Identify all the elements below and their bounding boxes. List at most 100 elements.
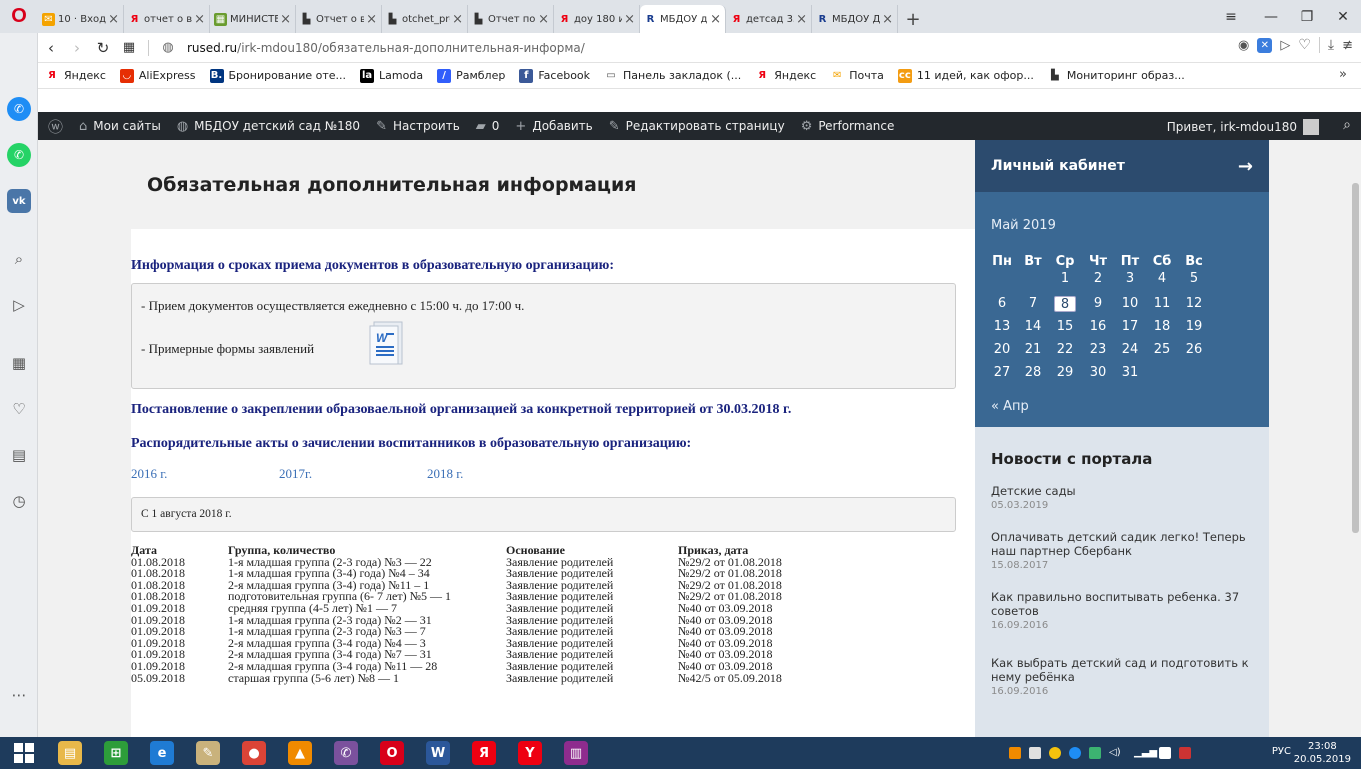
- whatsapp-icon[interactable]: ✆: [7, 143, 31, 167]
- reload-icon[interactable]: ↻: [90, 35, 116, 61]
- tab-close-icon[interactable]: ×: [538, 12, 549, 27]
- tab-close-icon[interactable]: ×: [194, 12, 205, 27]
- wordpress-icon[interactable]: ⓦ: [48, 116, 63, 137]
- calendar-day[interactable]: 13: [991, 319, 1013, 335]
- tray-icon-1[interactable]: [1009, 747, 1021, 759]
- scrollbar-thumb[interactable]: [1352, 183, 1359, 533]
- calendar-day[interactable]: 6: [991, 296, 1013, 312]
- taskbar-app-ie[interactable]: e: [142, 737, 182, 769]
- news-item[interactable]: Как выбрать детский сад и подготовить к …: [991, 656, 1251, 697]
- calendar-day[interactable]: 11: [1151, 296, 1173, 312]
- tab-9[interactable]: R МБДОУ Д ×: [812, 5, 898, 33]
- bookmark-6[interactable]: ▭ Панель закладок (...: [604, 68, 741, 83]
- wp-item-5[interactable]: ✎ Редактировать страницу: [609, 119, 785, 134]
- tray-icon-7[interactable]: [1179, 747, 1191, 759]
- calendar-day[interactable]: 14: [1022, 319, 1044, 335]
- bookmark-8[interactable]: ✉ Почта: [830, 68, 884, 83]
- minimize-icon[interactable]: —: [1253, 0, 1289, 33]
- calendar-day[interactable]: 28: [1022, 365, 1044, 381]
- tab-close-icon[interactable]: ×: [108, 12, 119, 27]
- page-scrollbar[interactable]: [1350, 140, 1361, 737]
- taskbar-app-yandex[interactable]: Я: [464, 737, 504, 769]
- calendar-day[interactable]: 8: [1054, 296, 1076, 312]
- calendar-day[interactable]: 12: [1183, 296, 1205, 312]
- calendar-day[interactable]: 5: [1183, 271, 1205, 287]
- volume-icon[interactable]: ◁): [1109, 747, 1121, 759]
- taskbar-app-paint[interactable]: ✎: [188, 737, 228, 769]
- bookmarks-more-icon[interactable]: »: [1339, 67, 1347, 82]
- wp-item-6[interactable]: ⚙ Performance: [801, 119, 895, 134]
- close-window-icon[interactable]: ✕: [1325, 0, 1361, 33]
- calendar-day[interactable]: 16: [1087, 319, 1109, 335]
- send-icon[interactable]: ▷: [7, 293, 31, 317]
- tray-icon-4[interactable]: [1069, 747, 1081, 759]
- easy-setup-icon[interactable]: ≢: [1342, 38, 1353, 53]
- calendar-day[interactable]: 22: [1054, 342, 1076, 358]
- heading-decree[interactable]: Постановление о закреплении образоваельн…: [131, 402, 791, 418]
- wp-item-1[interactable]: ◍ МБДОУ детский сад №180: [177, 119, 360, 134]
- news-icon[interactable]: ▤: [7, 443, 31, 467]
- messenger-icon[interactable]: ✆: [7, 97, 31, 121]
- calendar-day[interactable]: 2: [1087, 271, 1109, 287]
- calendar-day[interactable]: 7: [1022, 296, 1044, 312]
- bookmark-5[interactable]: f Facebook: [519, 68, 590, 83]
- bookmark-1[interactable]: ◡ AliExpress: [119, 68, 196, 83]
- new-tab-button[interactable]: +: [898, 5, 928, 33]
- tab-8[interactable]: Ядетсад 33 ×: [726, 5, 812, 33]
- bookmark-4[interactable]: / Рамблер: [437, 68, 505, 83]
- speed-dial-icon[interactable]: ▦: [7, 351, 31, 375]
- wp-greeting[interactable]: Привет, irk-mdou180: [1167, 119, 1319, 135]
- news-item[interactable]: Детские сады 05.03.2019: [991, 484, 1251, 511]
- restore-icon[interactable]: ❐: [1289, 0, 1325, 33]
- news-item[interactable]: Оплачивать детский садик легко! Теперь н…: [991, 530, 1251, 571]
- wp-item-4[interactable]: + Добавить: [515, 119, 592, 134]
- tab-close-icon[interactable]: ×: [710, 12, 721, 27]
- tab-0[interactable]: ✉10 · Входя×: [38, 5, 124, 33]
- taskbar-app-explorer[interactable]: ▤: [50, 737, 90, 769]
- forward-icon[interactable]: ›: [64, 35, 90, 61]
- calendar-day[interactable]: 19: [1183, 319, 1205, 335]
- calendar-day[interactable]: 29: [1054, 365, 1076, 381]
- calendar-day[interactable]: 24: [1119, 342, 1141, 358]
- news-item[interactable]: Как правильно воспитывать ребенка. 37 со…: [991, 590, 1251, 631]
- calendar-day[interactable]: 10: [1119, 296, 1141, 312]
- taskbar-app-winrar[interactable]: ▥: [556, 737, 596, 769]
- taskbar-app-word[interactable]: W: [418, 737, 458, 769]
- personal-cabinet-button[interactable]: Личный кабинет →: [975, 140, 1269, 192]
- year-link-2016[interactable]: 2016 г.: [131, 466, 167, 482]
- taskbar-app-store[interactable]: ⊞: [96, 737, 136, 769]
- camera-icon[interactable]: ◉: [1238, 38, 1249, 53]
- calendar-day[interactable]: 23: [1087, 342, 1109, 358]
- calendar-day[interactable]: 27: [991, 365, 1013, 381]
- speed-dial-button-icon[interactable]: ▦: [116, 35, 142, 61]
- bookmark-7[interactable]: Я Яндекс: [755, 68, 816, 83]
- download-icon[interactable]: ⤓: [1328, 37, 1334, 53]
- bookmark-2[interactable]: B. Бронирование оте...: [209, 68, 346, 83]
- taskbar-app-viber[interactable]: ✆: [326, 737, 366, 769]
- bookmark-3[interactable]: la Lamoda: [360, 68, 423, 83]
- bookmark-9[interactable]: cc 11 идей, как офор...: [897, 68, 1034, 83]
- tray-icon-3[interactable]: [1049, 747, 1061, 759]
- calendar-prev-link[interactable]: « Апр: [991, 399, 1029, 414]
- tab-2[interactable]: ▦ МИНИСТЕ ×: [210, 5, 296, 33]
- wp-search-icon[interactable]: ⌕: [1343, 117, 1351, 133]
- calendar-day[interactable]: 3: [1119, 271, 1141, 287]
- wp-item-3[interactable]: ▰ 0: [476, 119, 500, 134]
- tray-icon-2[interactable]: [1029, 747, 1041, 759]
- year-link-2018[interactable]: 2018 г.: [427, 466, 463, 482]
- tab-close-icon[interactable]: ×: [624, 12, 635, 27]
- tab-close-icon[interactable]: ×: [366, 12, 377, 27]
- tab-4[interactable]: ▙ otchet_pre ×: [382, 5, 468, 33]
- bookmark-heart-icon[interactable]: ♡: [1298, 37, 1311, 53]
- taskbar-app-vlc[interactable]: ▲: [280, 737, 320, 769]
- calendar-day[interactable]: 18: [1151, 319, 1173, 335]
- back-icon[interactable]: ‹: [38, 35, 64, 61]
- taskbar-app-yandex-browser[interactable]: Y: [510, 737, 550, 769]
- language-indicator[interactable]: РУС: [1272, 746, 1291, 757]
- heart-icon[interactable]: ♡: [7, 397, 31, 421]
- tab-close-icon[interactable]: ×: [796, 12, 807, 27]
- search-icon[interactable]: ⌕: [7, 247, 31, 271]
- calendar-day[interactable]: 26: [1183, 342, 1205, 358]
- tab-close-icon[interactable]: ×: [452, 12, 463, 27]
- network-icon[interactable]: ▁▃▅: [1134, 747, 1157, 759]
